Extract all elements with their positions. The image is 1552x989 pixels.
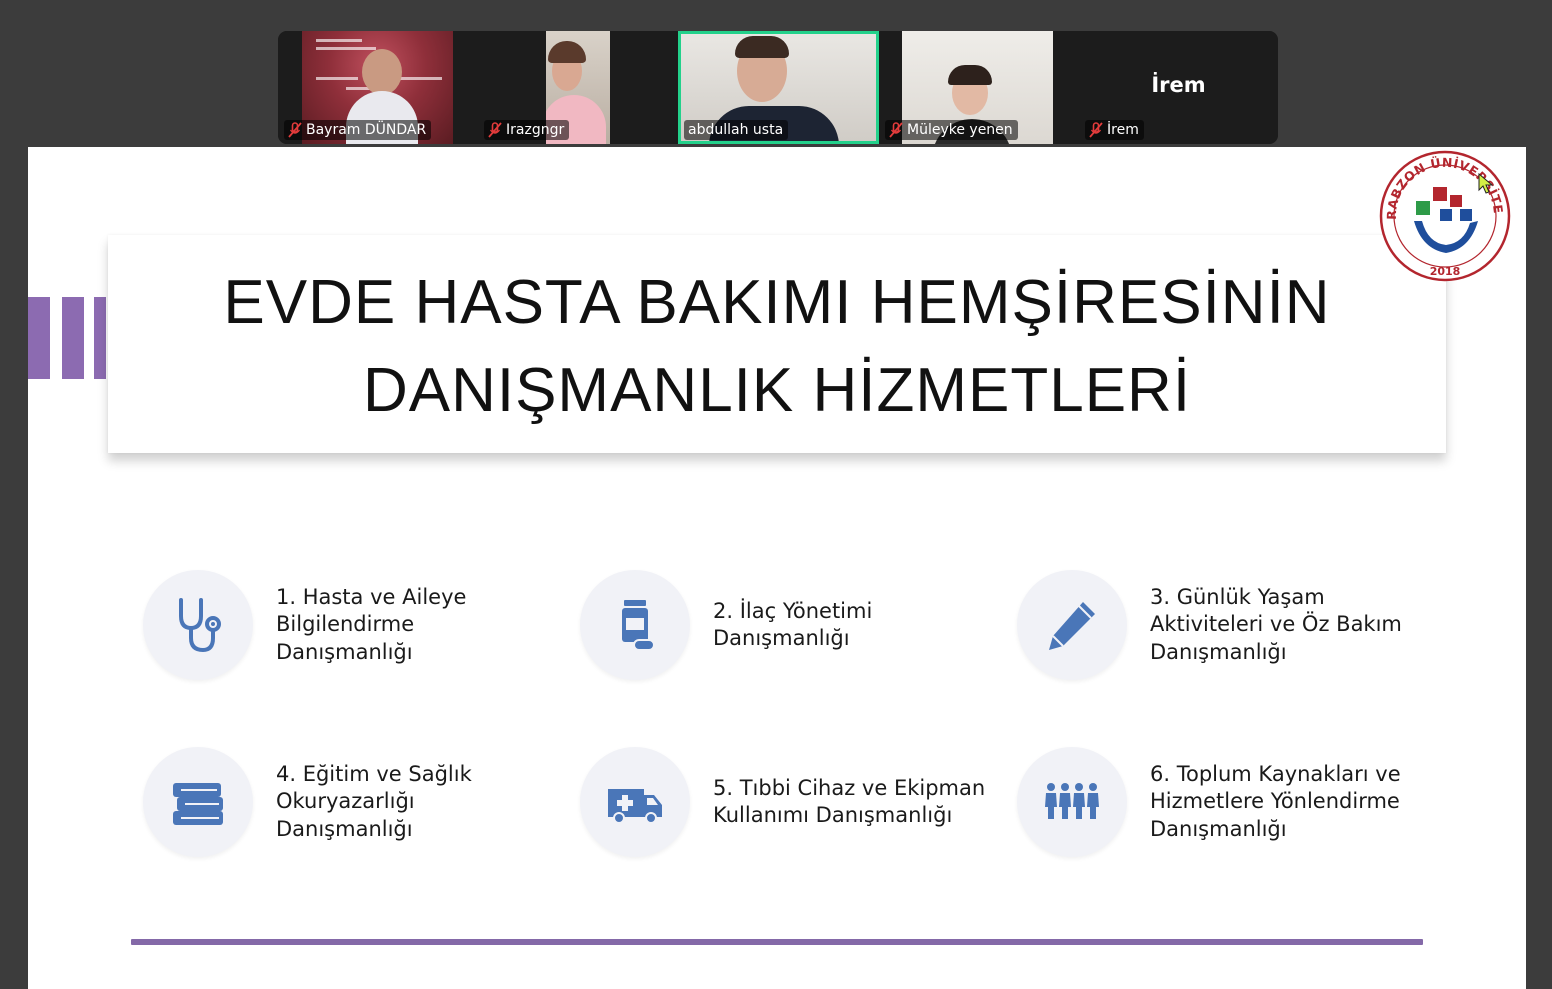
- service-label: 6. Toplum Kaynakları ve Hizmetlere Yönle…: [1150, 761, 1401, 841]
- service-icon-circle: [1017, 747, 1127, 857]
- participant-tile[interactable]: Irazgngr: [478, 31, 678, 144]
- title-box: EVDE HASTA BAKIMI HEMŞİRESİNİN DANIŞMANL…: [108, 235, 1446, 453]
- service-item: 3. Günlük Yaşam Aktiviteleri ve Öz Bakım…: [1017, 570, 1437, 680]
- participant-label: Irazgngr: [484, 120, 570, 140]
- participant-label: abdullah usta: [684, 120, 789, 140]
- participant-tile[interactable]: Bayram DÜNDAR: [278, 31, 478, 144]
- participant-name: abdullah usta: [688, 122, 784, 138]
- participant-label: Bayram DÜNDAR: [284, 120, 432, 140]
- stethoscope-icon: [179, 598, 221, 653]
- service-icon-circle: [143, 747, 253, 857]
- service-label: 2. İlaç Yönetimi Danışmanlığı: [713, 598, 873, 651]
- service-label: 3. Günlük Yaşam Aktiviteleri ve Öz Bakım…: [1150, 584, 1402, 664]
- participant-name: İrem: [1107, 122, 1139, 138]
- mic-muted-icon: [488, 122, 502, 138]
- service-item: 2. İlaç Yönetimi Danışmanlığı: [580, 570, 1000, 680]
- service-label: 4. Eğitim ve Sağlık Okuryazarlığı Danışm…: [276, 761, 472, 841]
- participant-name: Bayram DÜNDAR: [306, 122, 427, 138]
- service-item: 5. Tıbbi Cihaz ve Ekipman Kullanımı Danı…: [580, 747, 1000, 857]
- mic-muted-icon: [1089, 122, 1103, 138]
- mouse-cursor-icon: [1478, 173, 1494, 194]
- service-label: 1. Hasta ve Aileye Bilgilendirme Danışma…: [276, 584, 467, 664]
- service-icon-circle: [580, 747, 690, 857]
- shared-slide: EVDE HASTA BAKIMI HEMŞİRESİNİN DANIŞMANL…: [28, 147, 1526, 989]
- service-icon-circle: [143, 570, 253, 680]
- participant-display-name: İrem: [1151, 73, 1206, 97]
- service-item: 6. Toplum Kaynakları ve Hizmetlere Yönle…: [1017, 747, 1437, 857]
- mic-muted-icon: [889, 122, 903, 138]
- participant-tile[interactable]: Müleyke yenen: [879, 31, 1079, 144]
- participant-tile-active-speaker[interactable]: abdullah usta: [678, 31, 879, 144]
- participant-label: Müleyke yenen: [885, 120, 1018, 140]
- participant-name: Müleyke yenen: [907, 122, 1013, 138]
- service-icon-circle: [1017, 570, 1127, 680]
- people-icon: [1045, 783, 1099, 819]
- participant-tile[interactable]: İrem İrem: [1079, 31, 1278, 144]
- logo-year: 2018: [1430, 265, 1461, 278]
- medicine-bottle-icon: [622, 600, 655, 651]
- bottom-divider: [131, 939, 1423, 945]
- decorative-bars: [28, 297, 108, 379]
- service-icon-circle: [580, 570, 690, 680]
- slide-title-line-2: DANIŞMANLIK HİZMETLERİ: [362, 356, 1192, 425]
- university-logo: TRABZON ÜNİVERSİTESİ 2018: [1378, 149, 1511, 282]
- service-item: 1. Hasta ve Aileye Bilgilendirme Danışma…: [143, 570, 563, 680]
- books-icon: [173, 783, 223, 825]
- ambulance-icon: [608, 789, 662, 824]
- participant-name: Irazgngr: [506, 122, 565, 138]
- participant-label: İrem: [1085, 120, 1144, 140]
- service-item: 4. Eğitim ve Sağlık Okuryazarlığı Danışm…: [143, 747, 563, 857]
- service-label: 5. Tıbbi Cihaz ve Ekipman Kullanımı Danı…: [713, 775, 986, 828]
- slide-title-line-1: EVDE HASTA BAKIMI HEMŞİRESİNİN: [223, 268, 1331, 337]
- participant-strip: Bayram DÜNDAR Irazgngr abdullah usta Mül…: [278, 31, 1278, 144]
- pencil-icon: [1049, 602, 1095, 650]
- mic-muted-icon: [288, 122, 302, 138]
